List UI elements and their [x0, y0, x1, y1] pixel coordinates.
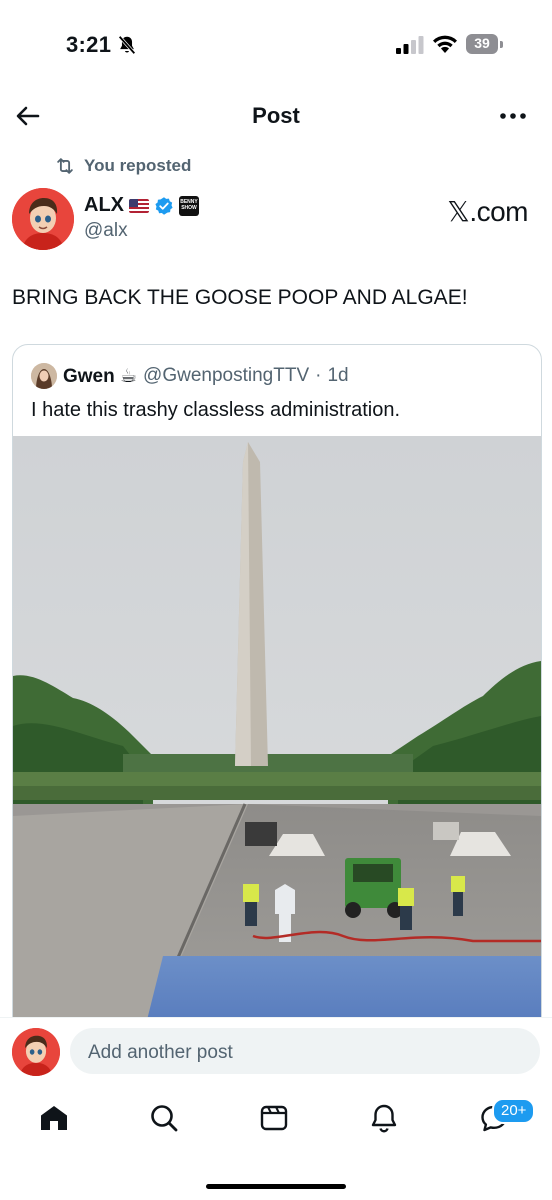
verified-icon	[155, 196, 173, 215]
reply-placeholder: Add another post	[88, 1042, 233, 1063]
top-nav: Post	[0, 90, 552, 144]
repost-icon	[57, 158, 73, 174]
page-title: Post	[252, 103, 300, 128]
quoted-avatar	[31, 363, 57, 389]
status-bar: 3:21 39	[0, 0, 552, 90]
quoted-post[interactable]: Gwen ☕ @GwenpostingTTV · 1d I hate this …	[12, 344, 542, 1046]
author-name[interactable]: ALX	[84, 194, 124, 217]
home-icon[interactable]	[36, 1100, 72, 1136]
affiliate-badge: BENNY SHOW	[179, 195, 199, 216]
my-avatar[interactable]	[12, 1028, 60, 1076]
author-handle: @alx	[84, 220, 128, 241]
search-icon[interactable]	[146, 1100, 182, 1136]
quoted-post-header: Gwen ☕ @GwenpostingTTV · 1d	[31, 363, 349, 389]
battery-indicator: 39	[466, 34, 504, 54]
quoted-separator: ·	[315, 365, 322, 386]
home-indicator	[206, 1184, 346, 1189]
source-label: 𝕏.com	[447, 196, 528, 227]
quoted-time: 1d	[327, 365, 349, 386]
post-text: BRING BACK THE GOOSE POOP AND ALGAE!	[12, 286, 468, 309]
messages-badge: 20+	[492, 1098, 536, 1124]
author-name-row: ALX BENNY SHOW	[84, 194, 199, 217]
repost-indicator: You reposted	[54, 154, 191, 178]
us-flag-icon	[129, 198, 149, 213]
battery-level: 39	[474, 35, 490, 51]
status-time: 3:21	[66, 32, 112, 57]
bottom-tab-bar	[0, 1088, 552, 1158]
author-avatar[interactable]	[12, 188, 74, 250]
quoted-author-handle: @GwenpostingTTV	[143, 365, 310, 386]
more-icon[interactable]	[498, 102, 528, 130]
quoted-author-name: Gwen ☕	[63, 365, 138, 387]
grok-icon[interactable]	[256, 1100, 292, 1136]
bell-icon[interactable]	[366, 1100, 402, 1136]
wifi-icon	[433, 35, 457, 53]
bell-off-icon	[118, 35, 136, 55]
repost-label: You reposted	[84, 156, 192, 175]
reply-composer: Add another post	[0, 1017, 552, 1088]
cell-signal-icon	[396, 36, 424, 54]
quoted-post-image[interactable]	[13, 436, 541, 1046]
quoted-post-text: I hate this trashy classless administrat…	[31, 399, 401, 421]
